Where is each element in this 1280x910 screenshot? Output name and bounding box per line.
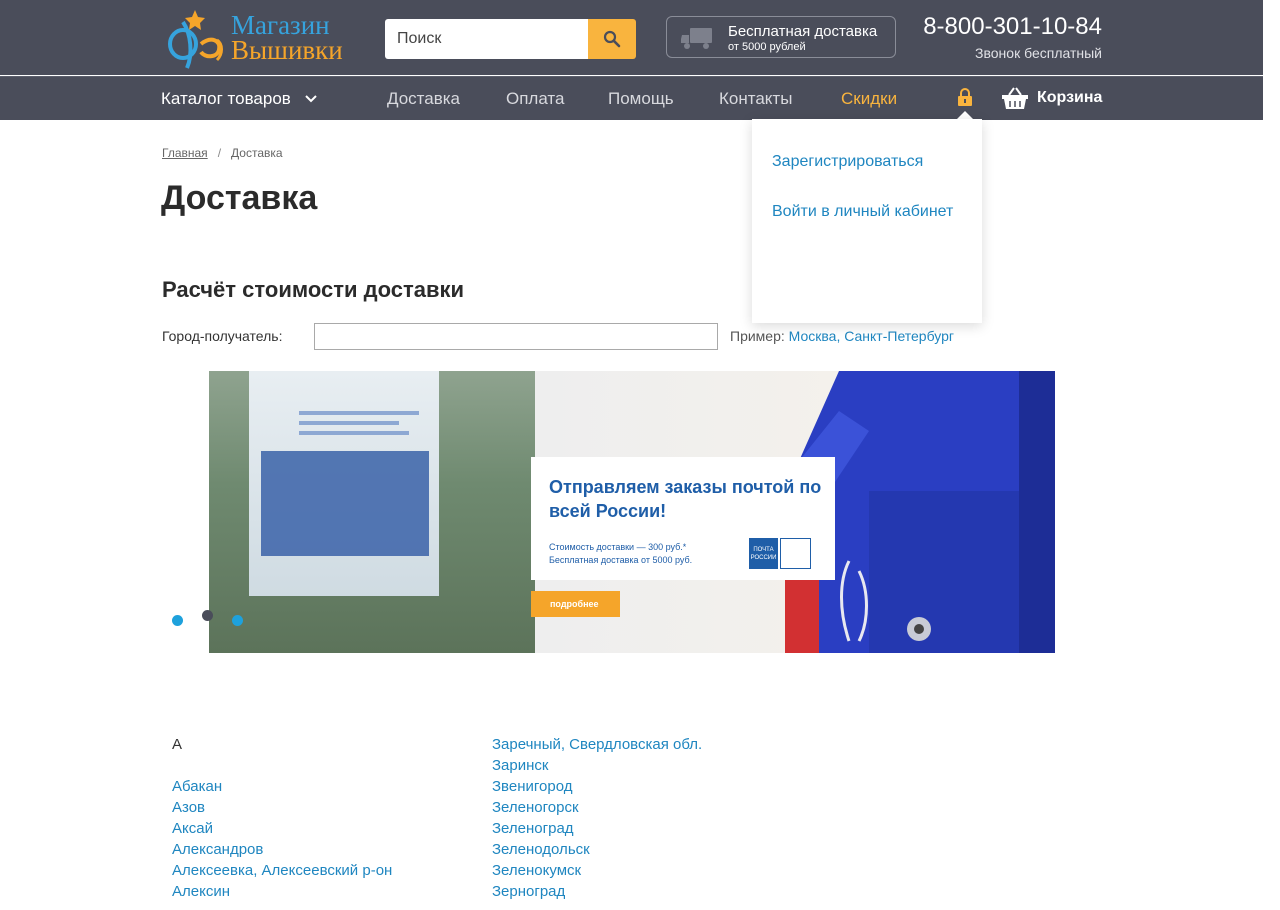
city-link[interactable]: Зеленодольск (492, 841, 590, 858)
search-icon (603, 30, 621, 48)
search-input[interactable] (385, 19, 588, 59)
city-column-1: А Абакан Азов Аксай Александров Алексеев… (172, 734, 392, 902)
city-input[interactable] (314, 323, 718, 350)
breadcrumb-separator: / (217, 146, 222, 160)
eagle-emblem-icon (780, 538, 811, 569)
phone-note: Звонок бесплатный (975, 45, 1102, 61)
chevron-down-icon (305, 95, 317, 103)
cart-label: Корзина (1037, 89, 1103, 106)
breadcrumb-current: Доставка (231, 146, 283, 160)
breadcrumb-home[interactable]: Главная (162, 146, 208, 160)
catalog-menu-button[interactable]: Каталог товаров (161, 89, 317, 109)
city-link[interactable]: Зеленогорск (492, 799, 579, 816)
city-link[interactable]: Аксай (172, 820, 213, 837)
city-link[interactable]: Александров (172, 841, 263, 858)
cart-button[interactable]: Корзина (1001, 86, 1102, 110)
logo-text-line2: Вышивки (231, 35, 343, 65)
slider-dot-3[interactable] (232, 615, 243, 626)
example-link-moscow[interactable]: Москва, (789, 328, 841, 344)
account-button[interactable] (957, 88, 973, 111)
lock-icon (958, 88, 972, 106)
city-link[interactable]: Алексин (172, 883, 230, 900)
city-link[interactable]: Зеленоград (492, 820, 574, 837)
nav-link-discounts[interactable]: Скидки (841, 89, 897, 109)
city-link[interactable]: Абакан (172, 778, 222, 795)
city-link[interactable]: Звенигород (492, 778, 572, 795)
nav-link-delivery[interactable]: Доставка (387, 89, 460, 109)
phone-number[interactable]: 8-800-301-10-84 (923, 13, 1102, 41)
city-column-2: Заречный, Свердловская обл. Заринск Звен… (492, 734, 702, 902)
promo-more-button[interactable]: подробнее (531, 591, 620, 617)
nav-link-contacts[interactable]: Контакты (719, 89, 792, 109)
register-link[interactable]: Зарегистрироваться (772, 153, 923, 171)
free-delivery-title: Бесплатная доставка (728, 23, 878, 40)
banner-photo-left (209, 371, 535, 653)
promo-card: Отправляем заказы почтой по всей России!… (531, 457, 835, 580)
example-prefix: Пример: (730, 328, 785, 344)
promo-title: Отправляем заказы почтой по всей России! (549, 477, 822, 521)
breadcrumb: Главная / Доставка (162, 146, 283, 160)
city-link[interactable]: Заречный, Свердловская обл. (492, 736, 702, 753)
promo-slider: Отправляем заказы почтой по всей России!… (162, 371, 1102, 653)
fairy-logo-icon (168, 10, 223, 69)
example-link-spb[interactable]: Санкт-Петербург (844, 328, 954, 344)
logo[interactable]: Магазин Вышивки (161, 4, 361, 70)
truck-icon (681, 28, 712, 49)
promo-banner[interactable]: Отправляем заказы почтой по всей России!… (209, 371, 1055, 653)
city-link[interactable]: Алексеевка, Алексеевский р-он (172, 862, 392, 879)
russian-post-logo: ПОЧТА РОССИИ (749, 538, 811, 569)
free-delivery-subtitle: от 5000 рублей (728, 41, 806, 53)
promo-free-line: Бесплатная доставка от 5000 руб. (549, 555, 693, 565)
city-link[interactable]: Зерноград (492, 883, 565, 900)
delivery-calc-title: Расчёт стоимости доставки (162, 277, 465, 302)
nav-link-help[interactable]: Помощь (608, 89, 674, 109)
banner-notice-board (249, 371, 439, 596)
dropdown-caret (957, 111, 973, 119)
slider-dot-1[interactable] (172, 615, 183, 626)
basket-icon (1002, 87, 1028, 109)
search-form (385, 19, 636, 59)
nav-link-payment[interactable]: Оплата (506, 89, 564, 109)
page-title: Доставка (161, 179, 318, 217)
header-bar: Магазин Вышивки Бесплатная доставка от 5… (0, 0, 1263, 75)
search-button[interactable] (588, 19, 636, 59)
city-example: Пример: Москва, Санкт-Петербург (730, 328, 954, 344)
slider-dot-2[interactable] (202, 610, 213, 621)
city-label: Город-получатель: (162, 328, 283, 344)
login-link[interactable]: Войти в личный кабинет (772, 203, 953, 221)
russian-post-logo-line1: ПОЧТА (753, 546, 774, 553)
city-link[interactable]: Зеленокумск (492, 862, 581, 879)
catalog-label: Каталог товаров (161, 89, 291, 108)
russian-post-logo-line2: РОССИИ (750, 554, 777, 561)
promo-price-line: Стоимость доставки — 300 руб.* (549, 542, 687, 552)
account-dropdown: Зарегистрироваться Войти в личный кабине… (752, 119, 982, 323)
free-delivery-badge: Бесплатная доставка от 5000 рублей (666, 16, 896, 58)
city-link[interactable]: Заринск (492, 757, 548, 774)
city-link[interactable]: Азов (172, 799, 205, 816)
letter-heading: А (172, 736, 183, 753)
